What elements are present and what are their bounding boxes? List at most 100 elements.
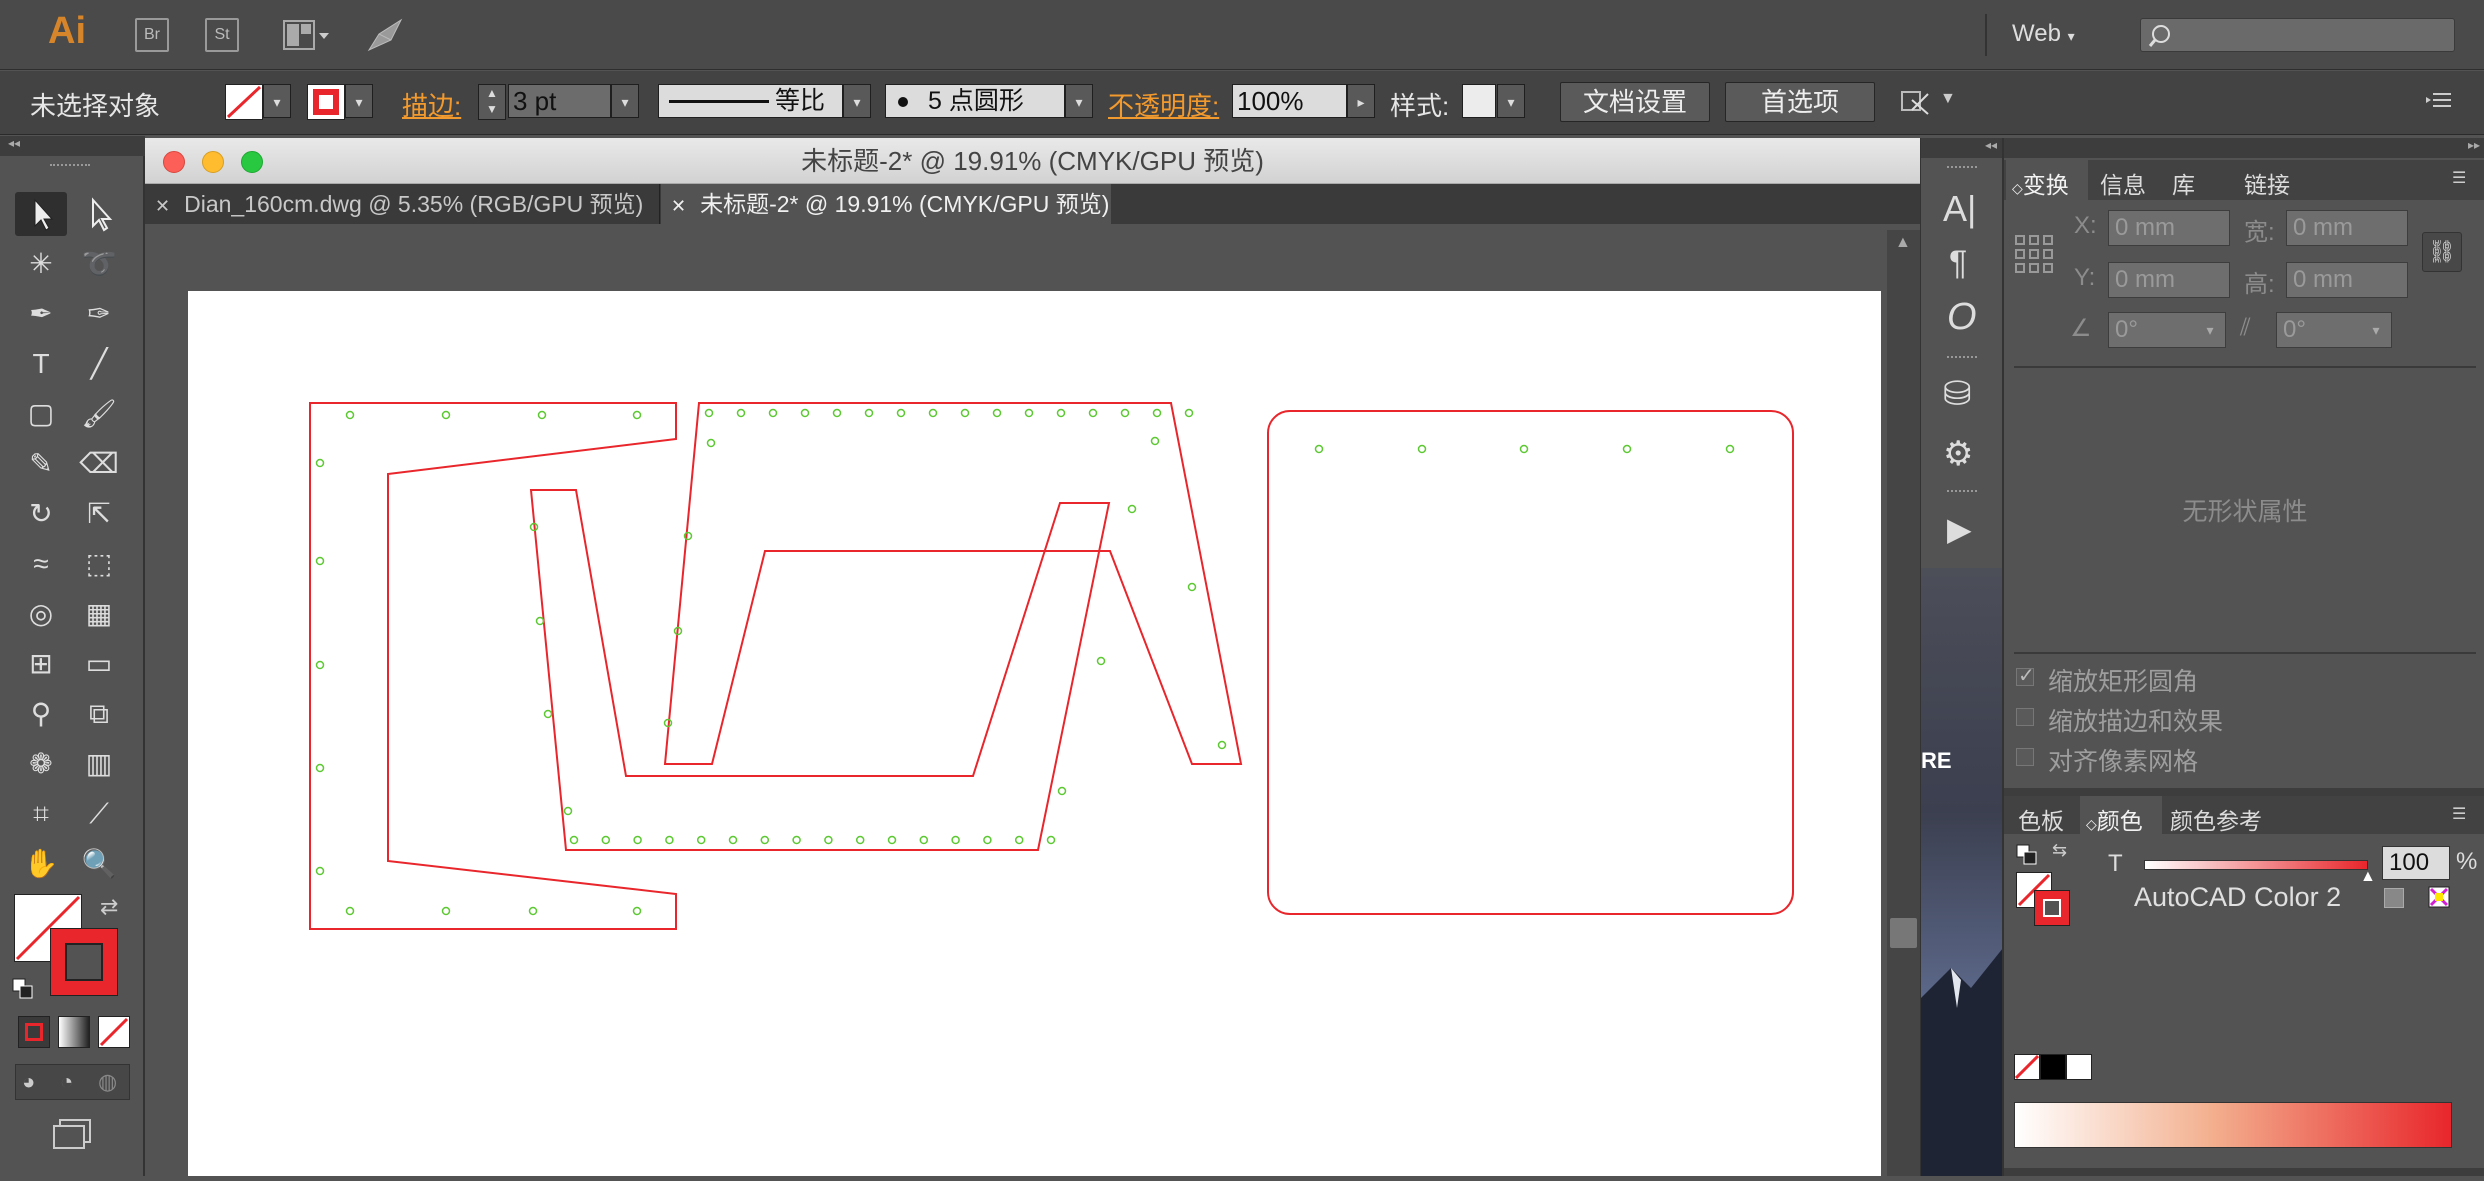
artboard[interactable]: [188, 291, 1881, 1176]
tab-color[interactable]: ◇颜色: [2086, 802, 2143, 836]
close-icon[interactable]: ✕: [671, 196, 686, 216]
rotate-dropdown[interactable]: ▾: [2196, 313, 2224, 347]
document-setup-button[interactable]: 文档设置: [1560, 82, 1710, 122]
stroke-label-link[interactable]: 描边:: [402, 86, 461, 123]
lasso-tool-icon[interactable]: ➰: [73, 242, 125, 286]
height-input[interactable]: 0 mm: [2286, 262, 2408, 298]
variable-width-profile-select[interactable]: 等比: [658, 84, 843, 118]
zoom-tool-icon[interactable]: 🔍: [73, 842, 125, 886]
direct-selection-tool-icon[interactable]: [73, 192, 125, 236]
tab-info[interactable]: 信息: [2100, 166, 2146, 200]
style-dropdown[interactable]: ▾: [1497, 84, 1525, 118]
out-of-gamut-icon[interactable]: [2384, 888, 2404, 908]
opentype-panel-icon[interactable]: O: [1947, 296, 1977, 339]
tab-transform[interactable]: ◇变换: [2012, 166, 2069, 200]
close-icon[interactable]: ✕: [155, 196, 170, 216]
chevron-down-icon[interactable]: ▼: [1940, 90, 1956, 108]
character-panel-icon[interactable]: A|: [1943, 188, 1976, 230]
preferences-button[interactable]: 首选项: [1725, 82, 1875, 122]
scale-tool-icon[interactable]: ⇱: [73, 492, 125, 536]
column-graph-tool-icon[interactable]: ▥: [73, 742, 125, 786]
y-input[interactable]: 0 mm: [2108, 262, 2230, 298]
tab-library[interactable]: 库: [2172, 166, 2195, 200]
tab-untitled-2[interactable]: ✕ 未标题-2* @ 19.91% (CMYK/GPU 预览): [661, 184, 1111, 224]
actions-play-icon[interactable]: ▶: [1947, 510, 1972, 548]
scale-strokes-checkbox[interactable]: [2016, 708, 2034, 726]
none-color-swatch[interactable]: [2014, 1054, 2040, 1080]
fill-dropdown[interactable]: ▾: [263, 84, 291, 118]
collapse-toolbar-icon[interactable]: ◂◂: [0, 136, 145, 156]
color-spectrum-ramp[interactable]: [2014, 1102, 2452, 1148]
x-input[interactable]: 0 mm: [2108, 210, 2230, 246]
collapse-panel-icon[interactable]: ▸▸: [2004, 138, 2484, 158]
constrain-proportions-link-icon[interactable]: ⛓: [2422, 232, 2462, 272]
tab-color-guide[interactable]: 颜色参考: [2170, 802, 2262, 836]
stroke-weight-stepper[interactable]: ▲ ▼: [478, 84, 506, 120]
rectangle-tool-icon[interactable]: ▢: [15, 392, 67, 436]
profile-dropdown[interactable]: ▾: [843, 84, 871, 118]
panel-menu-icon[interactable]: ☰: [2452, 168, 2466, 188]
hand-tool-icon[interactable]: ✋: [15, 842, 67, 886]
opacity-label-link[interactable]: 不透明度:: [1108, 86, 1219, 123]
none-mode-icon[interactable]: [98, 1016, 130, 1048]
slice-tool-icon[interactable]: ⟋: [73, 792, 125, 836]
scale-corners-checkbox[interactable]: ✓: [2016, 665, 2035, 687]
asset-export-icon[interactable]: ⛁: [1943, 374, 1972, 414]
stock-button[interactable]: St: [205, 18, 239, 52]
minimize-window-button[interactable]: [202, 151, 224, 173]
paintbrush-tool-icon[interactable]: 🖌: [73, 392, 125, 436]
stroke-dropdown[interactable]: ▾: [345, 84, 373, 118]
mesh-tool-icon[interactable]: ⊞: [15, 642, 67, 686]
expand-dock-icon[interactable]: ◂◂: [1921, 138, 2003, 158]
swap-fill-stroke-icon[interactable]: ⇄: [100, 894, 118, 920]
free-transform-tool-icon[interactable]: ⬚: [73, 542, 125, 586]
draw-normal-icon[interactable]: ◕: [22, 1069, 35, 1095]
width-tool-icon[interactable]: ≈: [15, 542, 67, 586]
pen-tool-icon[interactable]: ✒: [15, 292, 67, 336]
gradient-mode-icon[interactable]: [58, 1016, 90, 1048]
artboard-tool-icon[interactable]: ⌗: [15, 792, 67, 836]
close-window-button[interactable]: [163, 151, 185, 173]
eyedropper-tool-icon[interactable]: ⚲: [15, 692, 67, 736]
color-stroke-indicator[interactable]: [2034, 890, 2070, 926]
selection-tool-icon[interactable]: [15, 192, 67, 236]
vertical-scrollbar[interactable]: ▲: [1887, 230, 1920, 1176]
graphic-style-swatch[interactable]: [1462, 84, 1496, 118]
line-segment-tool-icon[interactable]: ╱: [73, 342, 125, 386]
color-mode-icon[interactable]: [18, 1016, 50, 1048]
zoom-window-button[interactable]: [241, 151, 263, 173]
symbol-sprayer-tool-icon[interactable]: ❁: [15, 742, 67, 786]
align-pixel-grid-checkbox[interactable]: [2016, 748, 2034, 766]
tint-slider-handle[interactable]: ▲: [2360, 868, 2376, 886]
gpu-performance-icon[interactable]: [365, 16, 405, 56]
draw-behind-icon[interactable]: ◔: [60, 1069, 73, 1095]
paragraph-panel-icon[interactable]: ¶: [1949, 244, 1967, 283]
scrollbar-thumb[interactable]: [1890, 918, 1917, 948]
opacity-slider-button[interactable]: ▸: [1347, 84, 1375, 118]
tab-swatches[interactable]: 色板: [2018, 802, 2064, 836]
toolbar-grip[interactable]: [50, 164, 90, 170]
magic-wand-tool-icon[interactable]: ✳: [15, 242, 67, 286]
shape-builder-tool-icon[interactable]: ◎: [15, 592, 67, 636]
panel-menu-icon[interactable]: [2425, 88, 2453, 112]
gradient-tool-icon[interactable]: ▭: [73, 642, 125, 686]
tab-links[interactable]: 链接: [2244, 166, 2290, 200]
stroke-weight-dropdown[interactable]: ▾: [611, 84, 639, 118]
rotate-tool-icon[interactable]: ↻: [15, 492, 67, 536]
stroke-weight-input[interactable]: 3 pt: [508, 84, 611, 118]
tab-dian-dwg[interactable]: ✕ Dian_160cm.dwg @ 5.35% (RGB/GPU 预览): [145, 184, 660, 224]
draw-inside-icon[interactable]: ◍: [98, 1069, 117, 1095]
blend-tool-icon[interactable]: ⧉: [73, 692, 125, 736]
width-input[interactable]: 0 mm: [2286, 210, 2408, 246]
fill-swatch[interactable]: [225, 84, 263, 120]
stroke-swatch[interactable]: [307, 84, 345, 120]
shear-dropdown[interactable]: ▾: [2362, 313, 2390, 347]
workspace-switcher[interactable]: Web ▾: [2012, 20, 2075, 48]
drawing-modes[interactable]: ◕ ◔ ◍: [15, 1064, 130, 1100]
isolate-object-icon[interactable]: [1898, 86, 1932, 118]
default-fill-stroke-icon[interactable]: [12, 978, 34, 1000]
bridge-button[interactable]: Br: [135, 18, 169, 52]
panel-menu-icon[interactable]: ☰: [2452, 804, 2466, 824]
pencil-tool-icon[interactable]: ✎: [15, 442, 67, 486]
type-tool-icon[interactable]: T: [15, 342, 67, 386]
